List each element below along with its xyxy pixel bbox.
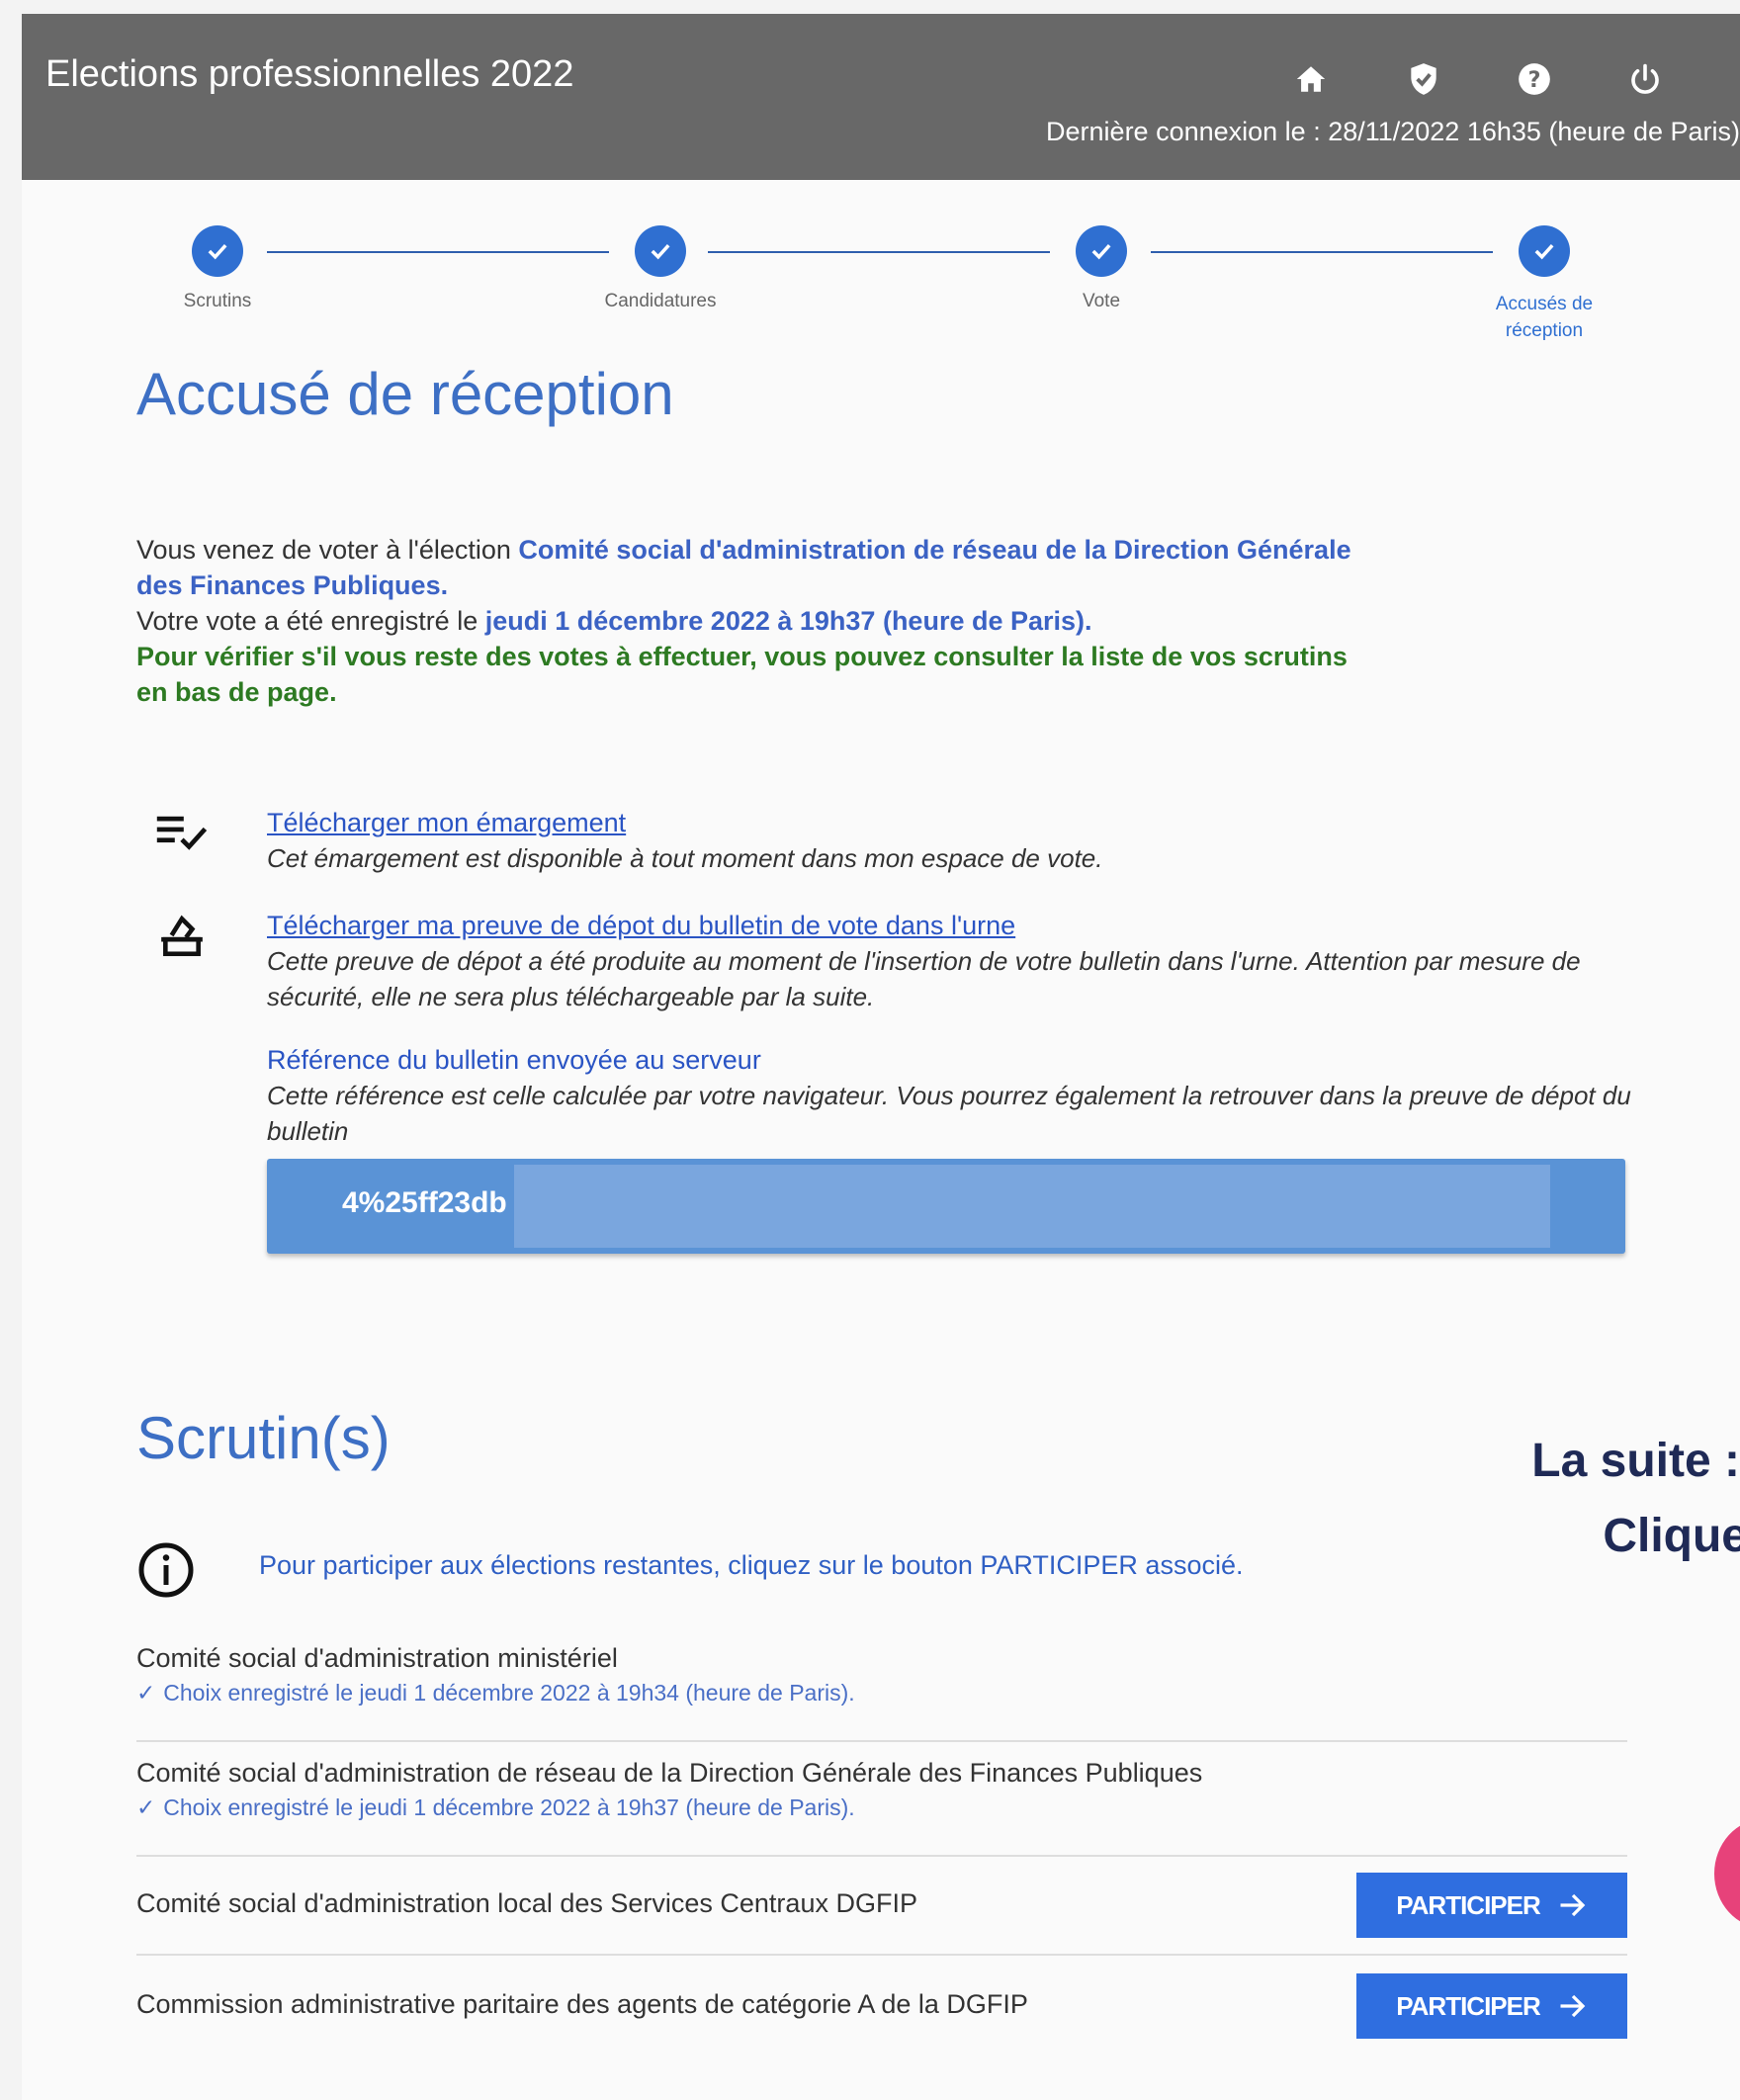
decorative-blob — [1714, 1819, 1740, 1928]
step-label-candidatures: Candidatures — [604, 291, 717, 311]
ballot-row: Comité social d'administration local des… — [136, 1857, 1627, 1956]
arrow-right-icon — [1560, 1994, 1586, 2018]
download-proof-desc: Cette preuve de dépot a été produite au … — [267, 946, 1581, 1011]
info-text: Pour participer aux élections restantes,… — [259, 1550, 1244, 1580]
side-note-line2: Clique — [1603, 1510, 1740, 1562]
step-label-receipt: Accusés de réception — [1455, 291, 1633, 344]
check-icon: ✓ — [136, 1794, 156, 1820]
svg-text:?: ? — [1528, 67, 1541, 93]
step-label-receipt-line1: Accusés de — [1495, 294, 1594, 314]
step-label-scrutins: Scrutins — [183, 291, 252, 311]
reference-highlight — [514, 1165, 1550, 1248]
ballots-title: Scrutin(s) — [136, 1405, 391, 1471]
intro-prefix: Vous venez de voter à l'élection — [136, 535, 519, 565]
vote-prefix: Votre vote a été enregistré le — [136, 606, 485, 636]
ballot-status: ✓ Choix enregistré le jeudi 1 décembre 20… — [136, 1680, 1627, 1706]
page: Elections professionnelles 2022 ? Derniè… — [22, 14, 1740, 2100]
ballot-row: Commission administrative paritaire des … — [136, 1956, 1627, 2053]
reference-value[interactable]: 4%25ff23db — [342, 1186, 507, 1220]
ballot-status-text: Choix enregistré le jeudi 1 décembre 202… — [163, 1794, 855, 1820]
step-connector — [1151, 251, 1493, 253]
ballot-status-text: Choix enregistré le jeudi 1 décembre 202… — [163, 1680, 855, 1706]
step-receipt-check-icon[interactable] — [1519, 225, 1570, 277]
download-signature-link[interactable]: Télécharger mon émargement — [267, 805, 1659, 840]
list-check-icon — [154, 805, 210, 860]
reference-title: Référence du bulletin envoyée au serveur — [267, 1045, 761, 1075]
shield-check-icon[interactable] — [1402, 57, 1445, 101]
step-candidatures-check-icon[interactable] — [635, 225, 686, 277]
arrow-right-icon — [1560, 1893, 1586, 1917]
ballot-list: Comité social d'administration ministéri… — [136, 1627, 1627, 2053]
ballot-row: Comité social d'administration de réseau… — [136, 1742, 1627, 1857]
ballots-info: Pour participer aux élections restantes,… — [136, 1536, 1422, 1606]
reference-desc: Cette référence est celle calculée par v… — [267, 1081, 1631, 1146]
reminder-text: Pour vérifier s'il vous reste des votes … — [136, 642, 1348, 707]
participate-button-label: PARTICIPER — [1396, 1990, 1541, 2021]
step-scrutins-check-icon[interactable] — [192, 225, 243, 277]
power-icon[interactable] — [1623, 57, 1667, 101]
participate-button[interactable]: PARTICIPER — [1356, 1973, 1627, 2039]
participate-button[interactable]: PARTICIPER — [1356, 1873, 1627, 1938]
ballot-name: Comité social d'administration de réseau… — [136, 1758, 1203, 1788]
download-proof-link[interactable]: Télécharger ma preuve de dépot du bullet… — [267, 908, 1659, 943]
progress-stepper: Scrutins Candidatures Vote Accusés de ré… — [22, 225, 1740, 354]
ballot-name: Comité social d'administration ministéri… — [136, 1643, 618, 1673]
side-note-line1: La suite : — [1531, 1435, 1740, 1487]
ballot-row: Comité social d'administration ministéri… — [136, 1627, 1627, 1742]
home-icon[interactable] — [1289, 57, 1333, 101]
download-signature-desc: Cet émargement est disponible à tout mom… — [267, 843, 1103, 873]
ballot-status: ✓ Choix enregistré le jeudi 1 décembre 20… — [136, 1794, 1627, 1821]
step-connector — [267, 251, 609, 253]
help-icon[interactable]: ? — [1513, 57, 1556, 101]
step-connector — [708, 251, 1050, 253]
participate-button-label: PARTICIPER — [1396, 1889, 1541, 1920]
step-label-vote: Vote — [1082, 291, 1121, 311]
header-icons: ? — [22, 57, 1740, 107]
reference-field[interactable]: 4%25ff23db — [267, 1159, 1625, 1254]
vote-date: jeudi 1 décembre 2022 à 19h37 (heure de … — [484, 606, 1092, 636]
last-login-text: Dernière connexion le : 28/11/2022 16h35… — [1046, 117, 1740, 146]
receipt-intro: Vous venez de voter à l'élection Comité … — [136, 532, 1362, 710]
step-vote-check-icon[interactable] — [1076, 225, 1127, 277]
check-icon: ✓ — [136, 1680, 156, 1706]
top-bar: Elections professionnelles 2022 ? Derniè… — [22, 14, 1740, 180]
step-label-receipt-line2: réception — [1505, 320, 1584, 341]
ballot-box-icon — [154, 908, 210, 963]
page-title: Accusé de réception — [136, 361, 674, 427]
info-icon — [136, 1540, 196, 1605]
